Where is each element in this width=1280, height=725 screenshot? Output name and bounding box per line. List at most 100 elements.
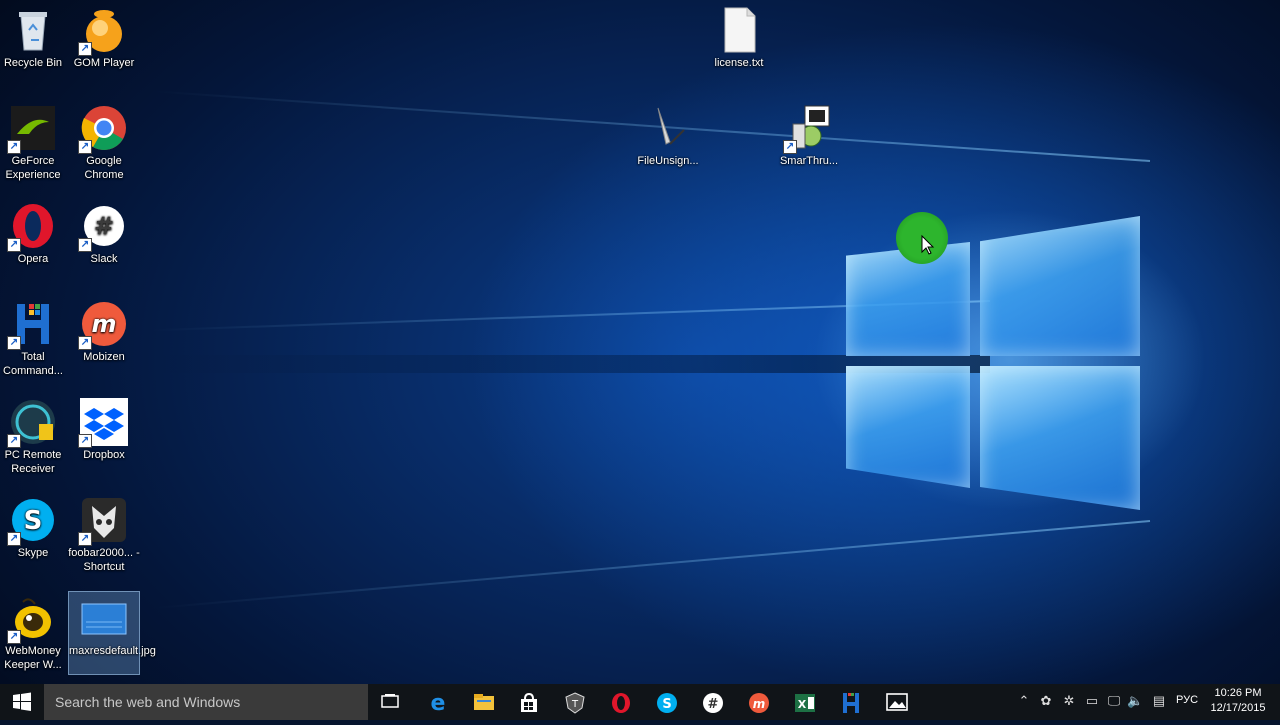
icon-label: maxresdefault.jpg xyxy=(69,645,156,657)
desktop-icon-gom-player[interactable]: ↗ GOM Player xyxy=(68,6,140,70)
desktop-icon-foobar[interactable]: ↗ foobar2000... - Shortcut xyxy=(68,496,140,574)
show-hidden-icons-button[interactable]: ⌃ xyxy=(1016,693,1032,711)
icon-label: FileUnsign... xyxy=(637,155,699,167)
windows-start-icon xyxy=(13,692,31,711)
taskbar-file-explorer[interactable] xyxy=(463,687,503,717)
taskbar-mobizen[interactable]: m xyxy=(738,687,778,717)
desktop[interactable]: Recycle Bin ↗ GOM Player ↗ GeForce Exper… xyxy=(0,0,1280,684)
tray-battery-icon[interactable]: ▭ xyxy=(1084,693,1100,711)
slack-icon: # ↗ xyxy=(78,202,128,252)
tray-volume-icon[interactable]: 🔈 xyxy=(1127,693,1143,711)
svg-text:#: # xyxy=(708,697,719,712)
desktop-icon-pc-remote[interactable]: ↗ PC Remote Receiver xyxy=(0,398,69,476)
shortcut-arrow-icon: ↗ xyxy=(7,532,21,546)
icon-label: SmarThru... xyxy=(779,155,839,167)
webmoney-icon: ↗ xyxy=(7,594,57,644)
edge-icon: e xyxy=(431,692,446,714)
shortcut-arrow-icon: ↗ xyxy=(78,532,92,546)
task-view-icon xyxy=(381,694,399,708)
svg-text:X: X xyxy=(798,698,807,711)
light-beam xyxy=(153,520,1151,610)
taskbar-slack[interactable]: # xyxy=(692,687,732,717)
tray-dropbox-icon[interactable]: ✿ xyxy=(1038,693,1054,711)
icon-label: Skype xyxy=(17,547,49,559)
icon-label: Opera xyxy=(17,253,49,265)
svg-text:e: e xyxy=(431,692,446,714)
desktop-icon-chrome[interactable]: ↗ Google Chrome xyxy=(68,104,140,182)
shortcut-arrow-icon: ↗ xyxy=(78,336,92,350)
language-indicator[interactable]: РУС xyxy=(1176,694,1198,706)
svg-text:#: # xyxy=(94,212,114,240)
shortcut-arrow-icon: ↗ xyxy=(7,434,21,448)
icon-label: PC Remote Receiver xyxy=(4,449,62,475)
desktop-icon-recycle-bin[interactable]: Recycle Bin xyxy=(0,6,69,70)
mouse-pointer-icon xyxy=(921,234,935,255)
recycle-bin-icon xyxy=(9,6,57,54)
windows-logo-pane xyxy=(980,216,1140,356)
geforce-icon: ↗ xyxy=(7,104,57,154)
icon-label: WebMoney Keeper W... xyxy=(4,645,62,671)
shortcut-arrow-icon: ↗ xyxy=(78,434,92,448)
desktop-icon-maxresdefault[interactable]: maxresdefault.jpg xyxy=(68,591,156,675)
mobizen-icon: m ↗ xyxy=(78,300,128,350)
tray-network-icon[interactable]: 🖵 xyxy=(1106,693,1122,711)
shortcut-arrow-icon: ↗ xyxy=(78,140,92,154)
foobar-icon: ↗ xyxy=(78,496,128,546)
total-commander-icon: ↗ xyxy=(7,300,57,350)
desktop-icon-mobizen[interactable]: m ↗ Mobizen xyxy=(68,300,140,364)
search-input[interactable]: Search the web and Windows xyxy=(44,684,368,720)
opera-icon: ↗ xyxy=(7,202,57,252)
icon-label: Recycle Bin xyxy=(3,57,63,69)
desktop-icon-geforce[interactable]: ↗ GeForce Experience xyxy=(0,104,69,182)
desktop-icon-webmoney[interactable]: ↗ WebMoney Keeper W... xyxy=(0,594,69,672)
icon-label: Total Command... xyxy=(3,351,63,377)
icon-label: license.txt xyxy=(714,57,764,69)
taskbar-photos[interactable] xyxy=(876,687,916,717)
pc-remote-icon: ↗ xyxy=(7,398,57,448)
gom-player-icon: ↗ xyxy=(78,6,128,56)
icon-label: Google Chrome xyxy=(84,155,124,181)
icon-label: foobar2000... - Shortcut xyxy=(68,547,140,573)
skype-icon: S xyxy=(657,693,677,713)
desktop-icon-license[interactable]: license.txt xyxy=(703,6,775,70)
skype-icon: S ↗ xyxy=(7,496,57,546)
clock[interactable]: 10:26 PM 12/17/2015 xyxy=(1208,686,1268,716)
desktop-icon-skype[interactable]: S ↗ Skype xyxy=(0,496,69,560)
excel-icon: X xyxy=(795,694,815,712)
taskbar-edge[interactable]: e xyxy=(417,687,457,717)
start-button[interactable] xyxy=(0,684,44,720)
svg-text:S: S xyxy=(662,697,671,712)
desktop-icon-dropbox[interactable]: ↗ Dropbox xyxy=(68,398,140,462)
task-view-button[interactable] xyxy=(370,687,410,717)
taskbar-world-of-tanks[interactable]: T xyxy=(554,687,594,717)
windows-logo-pane xyxy=(846,366,970,488)
fileunsigner-icon xyxy=(644,104,692,152)
icon-label: GOM Player xyxy=(73,57,135,69)
desktop-icon-total-commander[interactable]: ↗ Total Command... xyxy=(0,300,69,378)
taskbar-store[interactable] xyxy=(508,687,548,717)
chrome-icon: ↗ xyxy=(78,104,128,154)
taskbar-skype[interactable]: S xyxy=(646,687,686,717)
shortcut-arrow-icon: ↗ xyxy=(7,140,21,154)
svg-text:S: S xyxy=(24,506,43,536)
desktop-icon-slack[interactable]: # ↗ Slack xyxy=(68,202,140,266)
svg-text:T: T xyxy=(571,699,579,710)
desktop-icon-fileunsigner[interactable]: FileUnsign... xyxy=(632,104,704,168)
world-of-tanks-icon: T xyxy=(565,692,585,714)
text-file-icon xyxy=(715,6,763,54)
icon-label: Slack xyxy=(90,253,118,265)
tray-settings-icon[interactable]: ✲ xyxy=(1061,693,1077,711)
icon-label: Mobizen xyxy=(83,351,125,363)
taskbar-total-commander[interactable] xyxy=(830,687,870,717)
slack-icon: # xyxy=(703,693,723,713)
dropbox-icon: ↗ xyxy=(78,398,128,448)
file-explorer-icon xyxy=(474,694,494,710)
taskbar-excel[interactable]: X xyxy=(784,687,824,717)
action-center-icon[interactable]: ▤ xyxy=(1151,693,1167,711)
clock-date: 12/17/2015 xyxy=(1210,702,1266,714)
desktop-icon-smarthru[interactable]: ↗ SmarThru... xyxy=(773,104,845,168)
taskbar-opera[interactable] xyxy=(600,687,640,717)
windows-logo-pane xyxy=(980,366,1140,510)
total-commander-icon xyxy=(843,693,859,713)
desktop-icon-opera[interactable]: ↗ Opera xyxy=(0,202,69,266)
